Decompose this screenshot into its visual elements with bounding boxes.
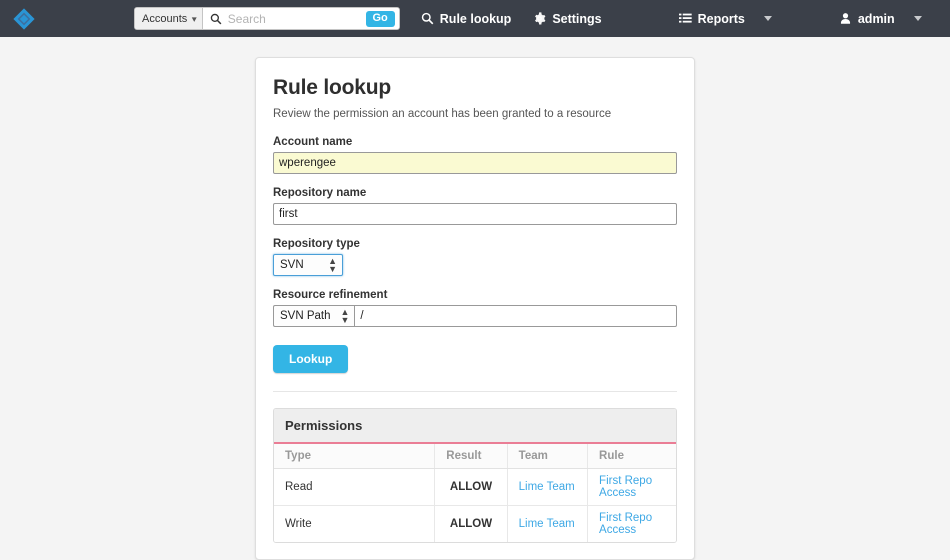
updown-arrows-icon: ▲ ▼ <box>328 256 337 274</box>
team-link[interactable]: Lime Team <box>519 481 575 493</box>
team-link[interactable]: Lime Team <box>519 518 575 530</box>
cell-rule: First Repo Access <box>587 505 676 542</box>
column-header-rule: Rule <box>587 444 676 469</box>
page-title: Rule lookup <box>273 76 391 99</box>
global-search-group: Accounts ▾ Search Go <box>134 7 400 30</box>
brand-logo[interactable] <box>0 4 48 34</box>
search-scope-label: Accounts <box>142 12 188 25</box>
reports-dropdown-toggle[interactable] <box>756 0 780 37</box>
diamond-logo-icon <box>13 7 35 30</box>
nav-label-user: admin <box>857 11 895 26</box>
column-header-team: Team <box>507 444 589 469</box>
search-input-wrap[interactable]: Search Go <box>202 8 399 29</box>
permissions-title: Permissions <box>274 409 676 444</box>
label-repository-name: Repository name <box>273 187 367 199</box>
status-badge: ALLOW <box>434 505 508 542</box>
field-repository-name: Repository name <box>273 187 677 225</box>
page-subtitle: Review the permission an account has bee… <box>273 108 612 120</box>
updown-arrows-icon: ▲ ▼ <box>340 307 350 325</box>
nav-item-reports[interactable]: Reports <box>668 0 756 37</box>
cell-team: Lime Team <box>507 468 589 506</box>
user-dropdown-toggle[interactable] <box>906 0 930 37</box>
column-header-result: Result <box>434 444 508 469</box>
updown-arrows-icon: ▾ <box>192 13 198 24</box>
list-icon <box>678 13 692 23</box>
repository-type-value: SVN <box>280 259 304 271</box>
rule-link[interactable]: First Repo Access <box>599 475 652 499</box>
search-icon <box>210 13 222 24</box>
cell-rule: First Repo Access <box>587 468 676 506</box>
search-scope-select[interactable]: Accounts ▾ <box>135 8 203 29</box>
label-account-name: Account name <box>273 136 353 148</box>
permissions-table: Type Result Team Rule Read ALLOW Lime Te… <box>274 444 676 542</box>
permissions-panel: Permissions Type Result Team Rule Read A… <box>273 408 677 543</box>
column-header-type: Type <box>274 444 436 469</box>
repository-type-select[interactable]: SVN ▲ ▼ <box>273 254 343 276</box>
nav-label-settings: Settings <box>552 11 602 26</box>
section-divider <box>273 391 677 392</box>
rule-lookup-card: Rule lookup Review the permission an acc… <box>255 57 695 560</box>
table-row: Read ALLOW Lime Team First Repo Access <box>274 468 676 506</box>
nav-links: Rule lookup Settings Reports admin <box>410 0 930 37</box>
table-row: Write ALLOW Lime Team First Repo Access <box>274 505 676 542</box>
nav-item-rule-lookup[interactable]: Rule lookup <box>410 0 523 37</box>
resource-refinement-select[interactable]: SVN Path ▲ ▼ <box>273 305 355 327</box>
page-body: Rule lookup Review the permission an acc… <box>0 37 950 560</box>
resource-refinement-row: SVN Path ▲ ▼ <box>273 305 677 327</box>
chevron-down-icon <box>763 16 772 21</box>
nav-label-reports: Reports <box>697 11 745 26</box>
nav-item-user[interactable]: admin <box>828 0 906 37</box>
label-resource-refinement: Resource refinement <box>273 289 388 301</box>
label-repository-type: Repository type <box>273 238 360 250</box>
lookup-button[interactable]: Lookup <box>273 345 349 373</box>
account-name-input[interactable] <box>273 152 677 174</box>
resource-path-input[interactable] <box>354 305 677 327</box>
gear-icon <box>535 12 546 25</box>
chevron-down-icon <box>913 16 922 21</box>
cell-type: Write <box>274 505 436 542</box>
field-repository-type: Repository type SVN ▲ ▼ <box>273 238 677 276</box>
top-navbar: Accounts ▾ Search Go Rule lookup Setting… <box>0 0 950 37</box>
search-input[interactable]: Search <box>228 12 266 26</box>
nav-item-settings[interactable]: Settings <box>522 0 612 37</box>
cell-team: Lime Team <box>507 505 589 542</box>
person-icon <box>840 13 850 24</box>
search-icon <box>421 12 434 25</box>
status-badge: ALLOW <box>434 468 508 506</box>
rule-link[interactable]: First Repo Access <box>599 512 652 536</box>
go-button[interactable]: Go <box>365 10 395 27</box>
repository-name-input[interactable] <box>273 203 677 225</box>
resource-refinement-value: SVN Path <box>280 310 331 322</box>
field-account-name: Account name <box>273 136 677 174</box>
field-resource-refinement: Resource refinement SVN Path ▲ ▼ <box>273 289 677 327</box>
nav-label-rule-lookup: Rule lookup <box>439 11 512 26</box>
table-header-row: Type Result Team Rule <box>274 444 676 469</box>
cell-type: Read <box>274 468 436 506</box>
